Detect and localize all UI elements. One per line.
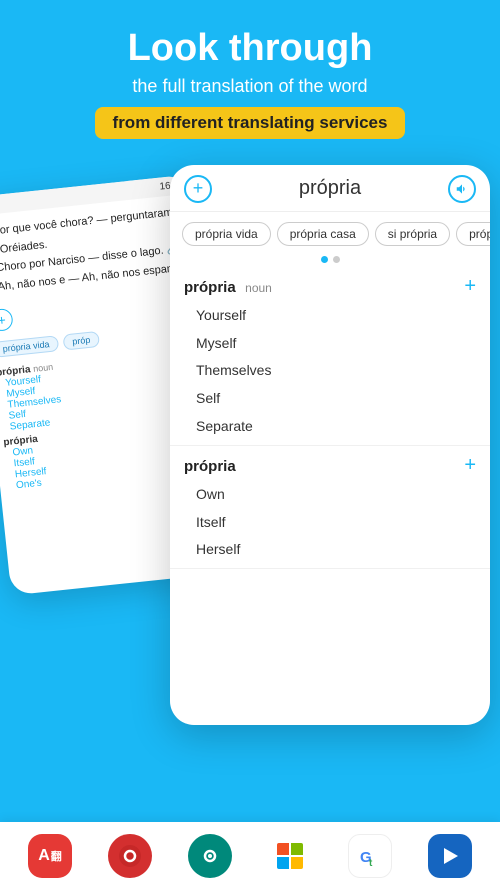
front-section-1-title: própria bbox=[184, 279, 236, 296]
ms-grid bbox=[277, 843, 303, 869]
bottom-taskbar: A 翻 G t bbox=[0, 822, 500, 890]
front-item-self: Self bbox=[184, 385, 476, 413]
translate-a-icon[interactable]: A 翻 bbox=[28, 834, 72, 878]
front-item-yourself: Yourself bbox=[184, 302, 476, 330]
front-item-own: Own bbox=[184, 481, 476, 509]
front-section-1-pos: noun bbox=[245, 281, 272, 295]
subtitle: the full translation of the word bbox=[20, 76, 480, 97]
chip-si-propria[interactable]: si própria bbox=[375, 222, 450, 246]
back-status-time: 2:02 bbox=[0, 198, 1, 211]
back-chip-2[interactable]: próp bbox=[63, 330, 100, 350]
phone-area: 2:02 16% – Por que você chora? — pergunt… bbox=[0, 165, 500, 745]
front-word-title: própria bbox=[299, 177, 361, 200]
dots-indicator bbox=[170, 256, 490, 267]
front-item-myself: Myself bbox=[184, 330, 476, 358]
front-phone: + própria própria vida própria casa si p… bbox=[170, 165, 490, 725]
ms-cell-yellow bbox=[291, 857, 303, 869]
chip-propria-vida[interactable]: própria vida bbox=[182, 222, 271, 246]
chips-row: própria vida própria casa si própria pró… bbox=[170, 212, 490, 256]
ms-cell-green bbox=[291, 843, 303, 855]
translate-a-label: A bbox=[38, 847, 50, 865]
ms-cell-red bbox=[277, 843, 289, 855]
pons-icon[interactable] bbox=[428, 834, 472, 878]
front-section-2-header: própria bbox=[184, 458, 236, 476]
front-item-itself: Itself bbox=[184, 509, 476, 537]
front-sound-button[interactable] bbox=[448, 175, 476, 203]
front-add-button[interactable]: + bbox=[184, 175, 212, 203]
back-chip-1[interactable]: própria vida bbox=[0, 335, 59, 358]
lingvo-svg bbox=[117, 843, 143, 869]
translate-jp-label: 翻 bbox=[51, 848, 62, 864]
svg-text:t: t bbox=[369, 858, 373, 869]
front-section-2-title: própria bbox=[184, 458, 236, 475]
ms-cell-blue bbox=[277, 857, 289, 869]
chip-propria-c[interactable]: própria c bbox=[456, 222, 490, 246]
sound-icon bbox=[455, 182, 469, 196]
front-item-themselves: Themselves bbox=[184, 357, 476, 385]
main-title: Look through bbox=[20, 28, 480, 70]
reverso-icon[interactable] bbox=[188, 834, 232, 878]
front-section-2-add[interactable]: + bbox=[464, 454, 476, 477]
dot-inactive bbox=[333, 256, 340, 263]
lingvo-icon[interactable] bbox=[108, 834, 152, 878]
front-item-herself: Herself bbox=[184, 536, 476, 564]
chip-propria-casa[interactable]: própria casa bbox=[277, 222, 369, 246]
reverso-svg bbox=[197, 843, 223, 869]
front-section-1: própria noun + Yourself Myself Themselve… bbox=[170, 267, 490, 446]
dot-active bbox=[321, 256, 328, 263]
front-section-1-add[interactable]: + bbox=[464, 275, 476, 298]
google-translate-icon[interactable]: G t bbox=[348, 834, 392, 878]
back-add-btn[interactable]: + bbox=[0, 307, 14, 331]
google-translate-svg: G t bbox=[356, 842, 384, 870]
front-item-separate: Separate bbox=[184, 413, 476, 441]
front-topbar: + própria bbox=[170, 165, 490, 212]
pons-svg bbox=[438, 844, 462, 868]
front-section-1-header: própria noun bbox=[184, 279, 272, 297]
back-section-1-pos: noun bbox=[33, 361, 54, 373]
highlight-bar: from different translating services bbox=[95, 107, 406, 139]
microsoft-icon[interactable] bbox=[268, 834, 312, 878]
top-section: Look through the full translation of the… bbox=[0, 0, 500, 155]
front-section-2: própria + Own Itself Herself bbox=[170, 446, 490, 569]
